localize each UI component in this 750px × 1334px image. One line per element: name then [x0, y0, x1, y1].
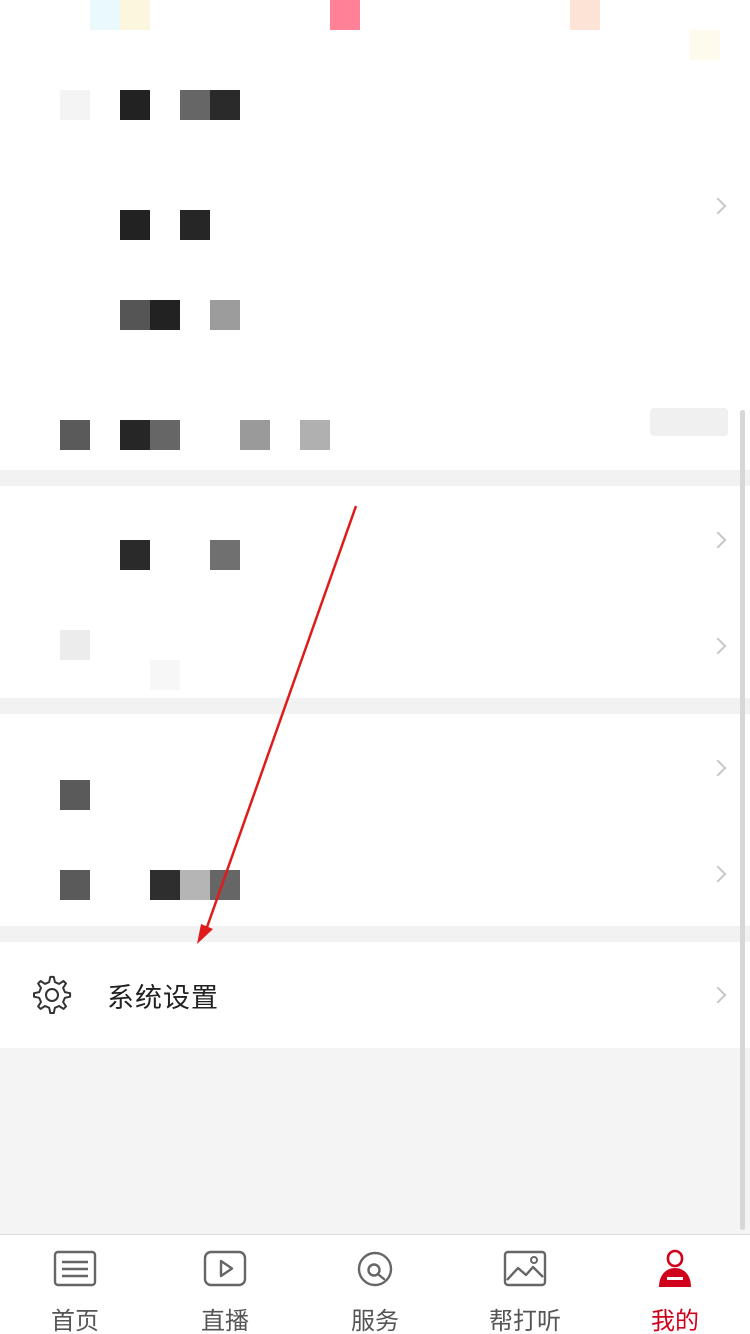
pixel-block [210, 90, 240, 120]
play-icon [203, 1250, 247, 1287]
pixel-block [690, 30, 720, 60]
tab-label: 直播 [201, 1307, 249, 1334]
chevron-right-icon [709, 197, 727, 215]
pixel-block [60, 870, 90, 900]
tab-inquire[interactable]: 帮打听 [450, 1235, 600, 1334]
menu-row[interactable] [0, 280, 750, 390]
pixel-block [330, 0, 360, 30]
menu-section-2 [0, 486, 750, 698]
gear-icon [32, 975, 72, 1014]
bottom-tab-bar: 首页 直播 服务 帮打听 我的 [0, 1234, 750, 1334]
tab-home[interactable]: 首页 [0, 1235, 150, 1334]
pixel-block [210, 300, 240, 330]
image-icon [503, 1250, 547, 1287]
chevron-right-icon [709, 986, 727, 1004]
pixel-block [150, 660, 180, 690]
chevron-right-icon [709, 531, 727, 549]
pixel-block [180, 210, 210, 240]
pixel-block [120, 420, 150, 450]
pixel-block [150, 420, 180, 450]
menu-row[interactable] [0, 820, 750, 926]
pixel-block [60, 420, 90, 450]
system-settings-row[interactable]: 系统设置 [0, 942, 750, 1048]
menu-row[interactable] [0, 390, 750, 470]
tab-service[interactable]: 服务 [300, 1235, 450, 1334]
menu-section-3 [0, 714, 750, 926]
section-separator [0, 926, 750, 942]
pixel-block [120, 0, 150, 30]
chevron-right-icon [709, 759, 727, 777]
system-settings-label: 系统设置 [107, 983, 219, 1014]
news-icon [53, 1250, 97, 1287]
pixel-block [570, 0, 600, 30]
chevron-right-icon [709, 865, 727, 883]
submit-badge[interactable] [650, 408, 728, 436]
tab-label: 我的 [651, 1307, 699, 1334]
section-separator [0, 698, 750, 714]
chevron-right-icon [709, 637, 727, 655]
menu-section-1 [0, 60, 750, 470]
pixel-block [150, 300, 180, 330]
tab-label: 帮打听 [489, 1307, 561, 1334]
scrollbar[interactable] [740, 410, 745, 1230]
service-icon [357, 1251, 393, 1287]
tab-profile[interactable]: 我的 [600, 1235, 750, 1334]
pixel-block [120, 300, 150, 330]
pixel-block [120, 540, 150, 570]
pixel-block [60, 630, 90, 660]
section-separator [0, 470, 750, 486]
pixel-block [180, 870, 210, 900]
tab-live[interactable]: 直播 [150, 1235, 300, 1334]
pixel-block [180, 90, 210, 120]
top-header-strip [0, 0, 750, 60]
pixel-block [90, 0, 120, 30]
menu-row[interactable] [0, 170, 750, 280]
pixel-block [60, 780, 90, 810]
pixel-block [240, 420, 270, 450]
menu-row[interactable] [0, 714, 750, 820]
tab-label: 服务 [351, 1307, 399, 1334]
pixel-block [300, 420, 330, 450]
pixel-block [60, 90, 90, 120]
tab-label: 首页 [51, 1307, 99, 1334]
pixel-block [210, 540, 240, 570]
menu-row[interactable] [0, 60, 750, 170]
menu-row[interactable] [0, 592, 750, 698]
pixel-block [120, 90, 150, 120]
profile-icon [659, 1249, 691, 1287]
pixel-block [150, 870, 180, 900]
pixel-block [120, 210, 150, 240]
menu-row[interactable] [0, 486, 750, 592]
pixel-block [210, 870, 240, 900]
